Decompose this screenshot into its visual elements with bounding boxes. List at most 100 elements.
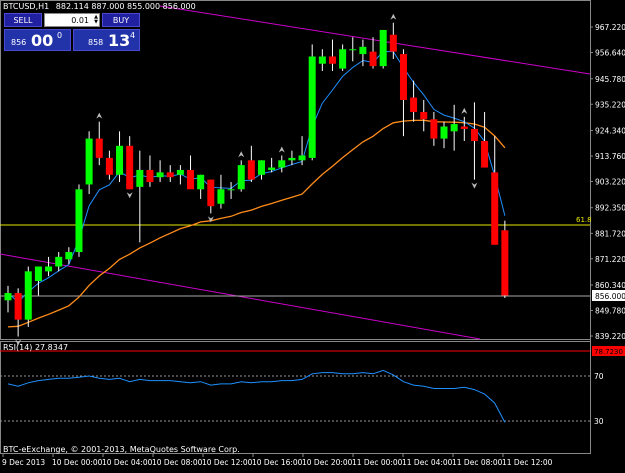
candle-body <box>491 172 499 245</box>
one-click-trading-panel: SELL 0.01 ▲ ▼ BUY 856 00 0 858 13 4 <box>4 13 140 51</box>
candle-body <box>460 126 468 129</box>
candle-body <box>328 56 336 64</box>
candle-body <box>227 189 235 191</box>
candle-body <box>217 189 225 204</box>
candle-body <box>146 169 154 183</box>
fib-level-label: 61.8 <box>576 216 592 224</box>
fractal-up-arrow <box>238 151 245 158</box>
candle-body <box>268 167 276 170</box>
fractal-up-arrow <box>96 112 103 119</box>
candle-body <box>359 46 367 55</box>
sell-price-prefix: 856 <box>11 38 27 47</box>
lot-spinner-icon[interactable]: ▲ ▼ <box>91 15 98 26</box>
candle-body <box>298 155 306 161</box>
candle-body <box>105 157 113 175</box>
candle-body <box>481 140 489 168</box>
time-axis-label: 10 Dec 16:00 <box>252 458 303 467</box>
rsi-alert-label: 78.7230 <box>594 348 623 356</box>
candle-body <box>14 293 22 320</box>
candle-body <box>197 174 205 190</box>
candle-body <box>339 49 347 69</box>
candle-body <box>207 179 215 207</box>
candle-body <box>410 97 418 113</box>
buy-price-main: 13 <box>108 31 131 50</box>
fast-moving-average-line <box>7 51 506 303</box>
candle-body <box>24 271 32 320</box>
candle-body <box>349 49 357 51</box>
candle-body <box>187 169 195 190</box>
time-axis-label: 11 Dec 04:00 <box>402 458 453 467</box>
rsi-line <box>7 369 506 423</box>
time-axis-label: 9 Dec 2013 <box>2 458 45 467</box>
time-axis-label: 10 Dec 00:00 <box>52 458 103 467</box>
sell-price-box[interactable]: 856 00 0 <box>4 29 71 51</box>
buy-button[interactable]: BUY <box>102 13 140 27</box>
candle-body <box>501 230 509 296</box>
price-axis-label: 924.340 <box>595 127 625 136</box>
fractal-up-arrow <box>278 146 285 153</box>
ohlc-values: 882.114 887.000 855.000 856.000 <box>55 2 196 11</box>
chart-window[interactable]: 61.8 967.220 956.640 945.780 935.220 924.340… <box>0 0 625 469</box>
rsi-axis-70: 70 <box>594 372 604 381</box>
time-axis-label: 10 Dec 08:00 <box>152 458 203 467</box>
candle-body <box>136 169 144 187</box>
current-price-label: 856.000 <box>595 292 625 301</box>
candle-body <box>420 112 428 120</box>
candle-body <box>258 160 265 175</box>
candle-body <box>389 34 397 52</box>
buy-price-box[interactable]: 858 13 4 <box>73 29 140 51</box>
rsi-title: RSI(14) 27.8347 <box>3 343 69 352</box>
price-axis-label: 935.220 <box>595 100 625 109</box>
fractal-down-arrow <box>471 182 478 189</box>
time-axis-label: 10 Dec 12:00 <box>202 458 253 467</box>
buy-price-point: 4 <box>130 31 136 40</box>
fractal-up-arrow <box>390 13 397 20</box>
price-axis-label: 967.220 <box>595 23 625 32</box>
candle-body <box>156 172 164 178</box>
time-axis-label: 11 Dec 00:00 <box>352 458 403 467</box>
candle-body <box>4 293 12 301</box>
price-axis-label: 913.760 <box>595 152 625 161</box>
sell-button[interactable]: SELL <box>4 13 42 27</box>
fractal-down-arrow <box>126 192 133 199</box>
price-axis-label: 849.780 <box>595 307 625 316</box>
chart-title: BTCUSD,H1 882.114 887.000 855.000 856.00… <box>3 2 200 11</box>
candle-body <box>369 51 377 67</box>
candle-body <box>450 124 458 132</box>
lot-size-value: 0.01 <box>71 16 89 25</box>
candle-body <box>308 56 316 158</box>
lot-size-input[interactable]: 0.01 ▲ ▼ <box>44 13 100 27</box>
candle-body <box>45 266 53 272</box>
price-axis-label: 892.350 <box>595 204 625 213</box>
candle-body <box>288 157 296 161</box>
buy-price-prefix: 858 <box>88 38 104 47</box>
time-axis-label: 10 Dec 04:00 <box>102 458 153 467</box>
candle-body <box>75 189 83 253</box>
candle-body <box>247 160 255 180</box>
fractal-up-arrow <box>461 107 468 114</box>
candle-body <box>55 256 63 267</box>
time-axis-label: 11 Dec 08:00 <box>452 458 503 467</box>
candle-body <box>116 145 124 175</box>
sell-price-main: 00 <box>31 31 54 50</box>
candle-body <box>470 128 478 141</box>
price-axis-label: 860.340 <box>595 281 625 290</box>
price-axis-label: 881.720 <box>595 229 625 238</box>
candle-body <box>399 54 407 100</box>
time-axis-label: 11 Dec 12:00 <box>502 458 553 467</box>
candle-body <box>65 252 73 260</box>
chart-canvas[interactable]: 61.8 967.220 956.640 945.780 935.220 924.340… <box>0 0 625 469</box>
candle-body <box>278 160 286 168</box>
price-axis-label: 903.220 <box>595 178 625 187</box>
price-axis-label: 945.780 <box>595 75 625 84</box>
candle-body <box>34 266 42 282</box>
price-axis-label: 839.220 <box>595 332 625 341</box>
candle-body <box>95 138 103 158</box>
price-axis-label: 956.640 <box>595 49 625 58</box>
candle-body <box>318 56 326 64</box>
candle-body <box>440 126 448 139</box>
candle-body <box>237 165 245 190</box>
sell-price-point: 0 <box>57 31 63 40</box>
candle-body <box>126 145 134 190</box>
symbol-timeframe: BTCUSD,H1 <box>3 2 50 11</box>
